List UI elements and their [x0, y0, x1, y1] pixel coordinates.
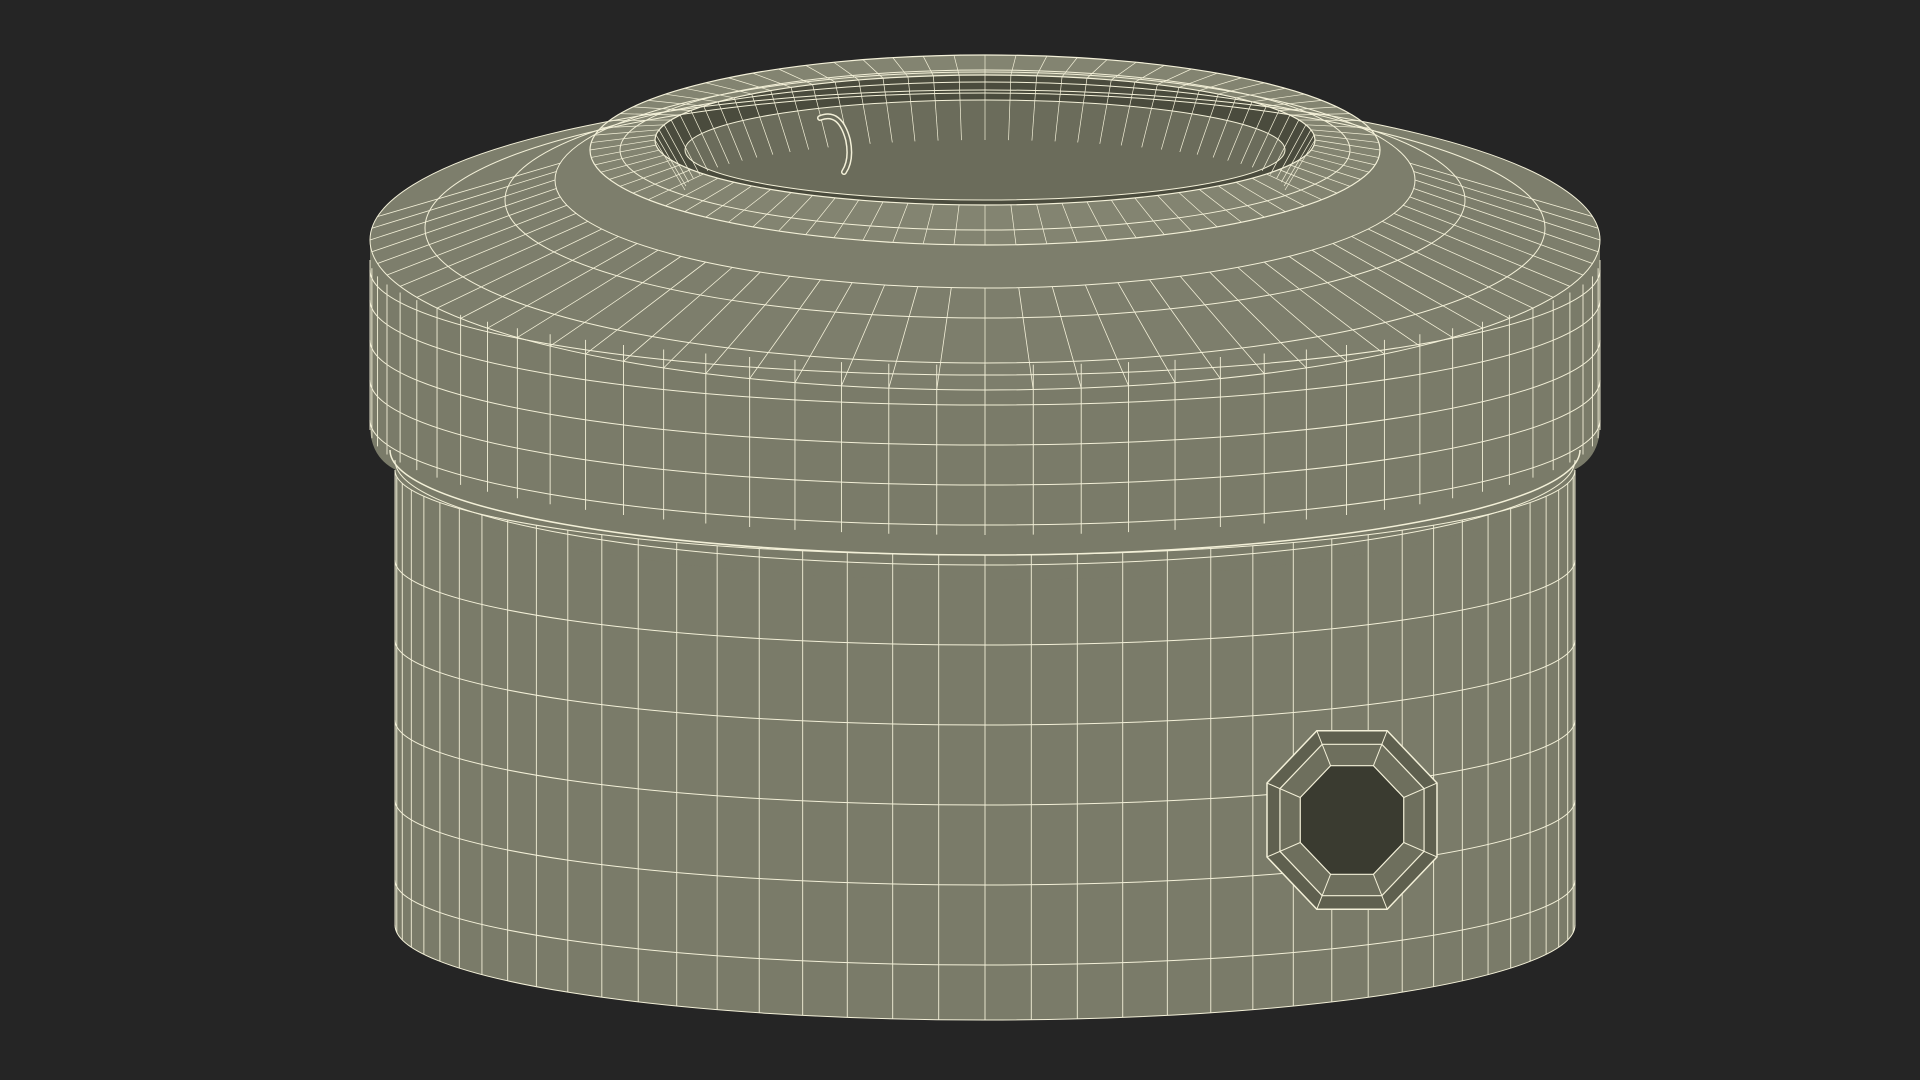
wireframe-object [369, 54, 1601, 1021]
render-viewport [0, 0, 1920, 1080]
port-hole [1299, 765, 1405, 875]
